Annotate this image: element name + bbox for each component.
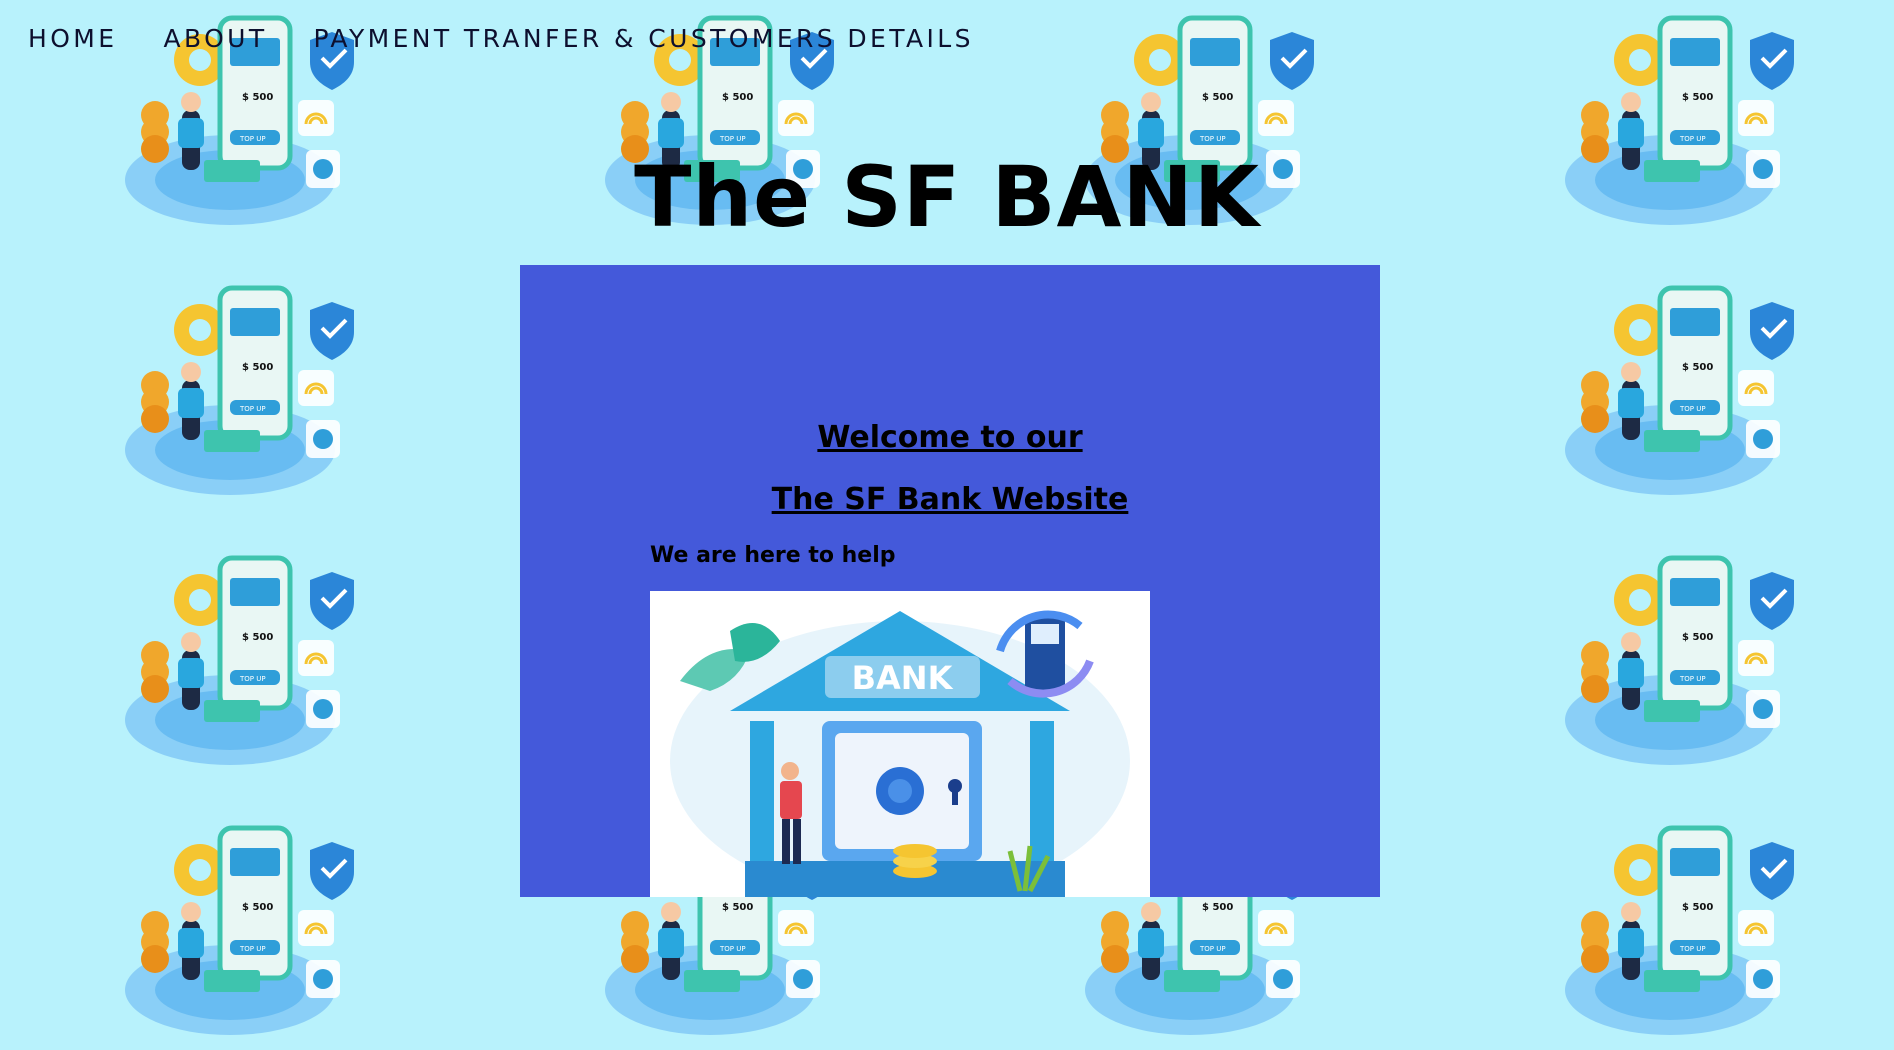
svg-text:TOP UP: TOP UP: [1679, 135, 1706, 143]
nav-about-link[interactable]: ABOUT: [163, 24, 267, 53]
mobile-payment-illustration-icon: $ 500 TOP UP: [125, 285, 354, 495]
svg-text:$ 500: $ 500: [1682, 92, 1713, 103]
svg-text:TOP UP: TOP UP: [1679, 945, 1706, 953]
svg-text:TOP UP: TOP UP: [719, 945, 746, 953]
svg-text:$ 500: $ 500: [1202, 92, 1233, 103]
svg-text:TOP UP: TOP UP: [1199, 135, 1226, 143]
welcome-heading-line2: The SF Bank Website: [771, 482, 1129, 517]
svg-text:TOP UP: TOP UP: [239, 135, 266, 143]
svg-text:TOP UP: TOP UP: [1679, 675, 1706, 683]
nav-payment-transfer-link[interactable]: PAYMENT TRANFER & CUSTOMERS DETAILS: [314, 24, 974, 53]
svg-text:$ 500: $ 500: [722, 92, 753, 103]
mobile-payment-illustration-icon: $ 500 TOP UP: [125, 825, 354, 1035]
mobile-payment-illustration-icon: $ 500 TOP UP: [125, 555, 354, 765]
svg-text:$ 500: $ 500: [242, 362, 273, 373]
svg-text:$ 500: $ 500: [1682, 632, 1713, 643]
top-navigation: HOME ABOUT PAYMENT TRANFER & CUSTOMERS D…: [0, 0, 992, 76]
bank-vault-icon: BANK: [670, 610, 1130, 897]
welcome-panel: Welcome to our The SF Bank Website We ar…: [520, 265, 1380, 897]
page-title: The SF BANK: [634, 148, 1260, 246]
svg-text:$ 500: $ 500: [1682, 362, 1713, 373]
help-text: We are here to help: [650, 543, 896, 568]
svg-text:TOP UP: TOP UP: [1199, 945, 1226, 953]
bank-illustration: BANK: [650, 591, 1150, 897]
mobile-payment-illustration-icon: $ 500 TOP UP: [1565, 285, 1794, 495]
svg-text:TOP UP: TOP UP: [239, 945, 266, 953]
nav-home-link[interactable]: HOME: [28, 24, 117, 53]
svg-text:$ 500: $ 500: [722, 902, 753, 913]
svg-text:$ 500: $ 500: [242, 92, 273, 103]
svg-text:$ 500: $ 500: [242, 902, 273, 913]
svg-text:TOP UP: TOP UP: [719, 135, 746, 143]
svg-text:TOP UP: TOP UP: [239, 405, 266, 413]
bank-sign-text: BANK: [852, 659, 954, 697]
welcome-heading-line1: Welcome to our: [817, 420, 1083, 455]
mobile-payment-illustration-icon: $ 500 TOP UP: [1565, 825, 1794, 1035]
svg-text:$ 500: $ 500: [1202, 902, 1233, 913]
mobile-payment-illustration-icon: $ 500 TOP UP: [1565, 555, 1794, 765]
svg-text:$ 500: $ 500: [1682, 902, 1713, 913]
svg-text:$ 500: $ 500: [242, 632, 273, 643]
svg-text:TOP UP: TOP UP: [1679, 405, 1706, 413]
svg-text:TOP UP: TOP UP: [239, 675, 266, 683]
